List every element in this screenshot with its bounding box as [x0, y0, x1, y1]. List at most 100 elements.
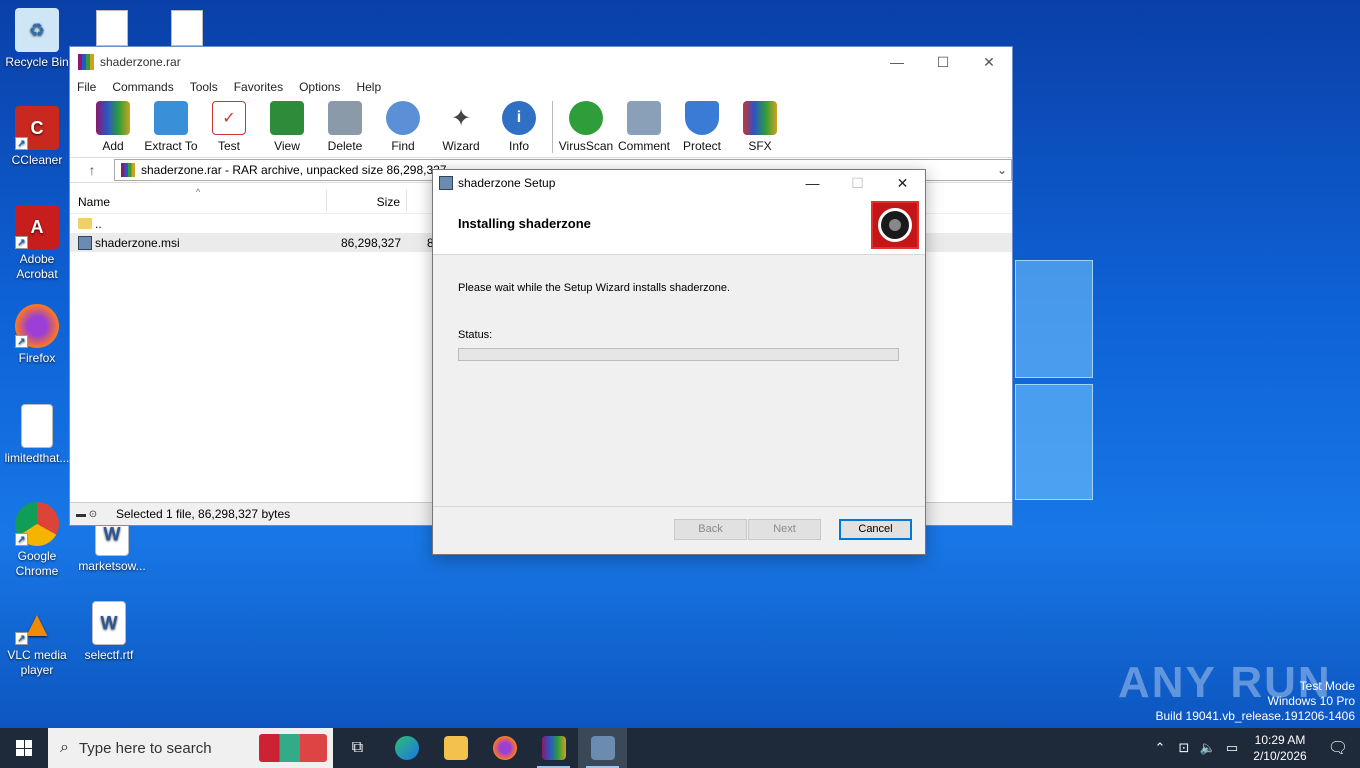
- comment-icon: [627, 101, 661, 135]
- word-doc-icon: W: [92, 601, 126, 645]
- desktop-icon-google-chrome[interactable]: ↗ Google Chrome: [1, 502, 73, 579]
- window-title: shaderzone.rar: [100, 55, 181, 69]
- checklist-icon: ✓: [212, 101, 246, 135]
- shield-icon: [685, 101, 719, 135]
- taskbar-setup[interactable]: [578, 728, 627, 768]
- chrome-icon: ↗: [15, 502, 59, 546]
- task-view-button[interactable]: ⧉: [333, 728, 382, 768]
- volume-icon[interactable]: 🔈: [1196, 740, 1220, 756]
- network-icon[interactable]: ⊡: [1172, 740, 1196, 756]
- setup-dialog: shaderzone Setup — ☐ ✕ Installing shader…: [432, 169, 926, 555]
- view-button[interactable]: View: [258, 101, 316, 153]
- menu-options[interactable]: Options: [299, 80, 340, 94]
- installer-icon: [590, 736, 615, 760]
- dialog-body: Please wait while the Setup Wizard insta…: [433, 255, 925, 507]
- taskbar-firefox[interactable]: [480, 728, 529, 768]
- installer-icon: [439, 176, 453, 190]
- close-button[interactable]: ✕: [966, 54, 1012, 71]
- desktop-icon-limitedthat[interactable]: limitedthat...: [1, 404, 73, 466]
- minimize-button[interactable]: —: [790, 175, 835, 192]
- sort-arrow-icon: ^: [196, 187, 201, 197]
- column-size[interactable]: Size: [327, 190, 407, 213]
- column-name[interactable]: ^ Name: [70, 187, 327, 213]
- virusscan-button[interactable]: VirusScan: [557, 101, 615, 153]
- chevron-up-icon[interactable]: ⌃: [1148, 740, 1172, 756]
- find-button[interactable]: Find: [374, 101, 432, 153]
- menu-file[interactable]: File: [77, 80, 96, 94]
- notification-icon[interactable]: 🗨: [1316, 738, 1360, 758]
- comment-button[interactable]: Comment: [615, 101, 673, 153]
- start-button[interactable]: [0, 728, 48, 768]
- image-file-icon: [21, 404, 53, 448]
- cancel-button[interactable]: Cancel: [839, 519, 912, 540]
- menu-tools[interactable]: Tools: [190, 80, 218, 94]
- search-box[interactable]: ⌕ Type here to search: [48, 728, 333, 768]
- progress-bar: [458, 348, 899, 361]
- system-tray: ⌃ ⊡ 🔈 ▭ 10:29 AM 2/10/2026 🗨: [1148, 728, 1360, 768]
- desktop-icon-ccleaner[interactable]: C ↗ CCleaner: [1, 106, 73, 168]
- desktop-file-icon[interactable]: [96, 10, 128, 46]
- add-button[interactable]: Add: [84, 101, 142, 153]
- clock[interactable]: 10:29 AM 2/10/2026: [1244, 732, 1316, 764]
- desktop-icon-vlc[interactable]: ▲ ↗ VLC media player: [1, 601, 73, 678]
- acrobat-icon: A ↗: [15, 205, 59, 249]
- taskbar-winrar[interactable]: [529, 728, 578, 768]
- wizard-button[interactable]: ✦ Wizard: [432, 101, 490, 154]
- close-button[interactable]: ✕: [880, 175, 925, 192]
- taskbar-explorer[interactable]: [431, 728, 480, 768]
- windows-logo-wallpaper: [1015, 260, 1095, 500]
- up-arrow-icon[interactable]: ↑: [70, 162, 114, 178]
- search-icon: ⌕: [60, 739, 69, 756]
- install-message: Please wait while the Setup Wizard insta…: [458, 282, 731, 294]
- ccleaner-icon: C ↗: [15, 106, 59, 150]
- taskbar-edge[interactable]: [382, 728, 431, 768]
- sfx-button[interactable]: SFX: [731, 101, 789, 153]
- toolbar-separator: [552, 101, 553, 153]
- minimize-button[interactable]: —: [874, 54, 920, 71]
- search-highlight-icon: [259, 734, 327, 762]
- dialog-heading: Installing shaderzone: [458, 216, 591, 231]
- desktop-icon-recycle-bin[interactable]: ♻ Recycle Bin: [1, 8, 73, 70]
- test-button[interactable]: ✓ Test: [200, 101, 258, 153]
- menu-bar: File Commands Tools Favorites Options He…: [70, 77, 1012, 97]
- maximize-button: ☐: [851, 174, 864, 191]
- desktop-icon-selectf[interactable]: W selectf.rtf: [73, 601, 145, 663]
- back-button[interactable]: Back: [674, 519, 747, 540]
- folder-icon: [154, 101, 188, 135]
- maximize-button[interactable]: ☐: [920, 54, 966, 71]
- windows-icon: [16, 740, 32, 756]
- add-icon: [96, 101, 130, 135]
- firefox-icon: [492, 736, 517, 760]
- trash-icon: [328, 101, 362, 135]
- wand-icon: ✦: [450, 104, 472, 132]
- desktop-icon-firefox[interactable]: ↗ Firefox: [1, 304, 73, 366]
- book-icon: [270, 101, 304, 135]
- folder-icon: [443, 736, 468, 760]
- chevron-down-icon[interactable]: ⌄: [997, 163, 1007, 177]
- dialog-header: Installing shaderzone: [433, 196, 925, 255]
- delete-button[interactable]: Delete: [316, 101, 374, 153]
- winrar-icon: [78, 54, 94, 70]
- menu-help[interactable]: Help: [356, 80, 381, 94]
- desktop-icon-adobe-acrobat[interactable]: A ↗ Adobe Acrobat: [1, 205, 73, 282]
- action-icon[interactable]: ▭: [1220, 740, 1244, 756]
- vlc-icon: ▲ ↗: [15, 601, 59, 645]
- dialog-titlebar[interactable]: shaderzone Setup — ☐ ✕: [433, 170, 925, 196]
- protect-button[interactable]: Protect: [673, 101, 731, 153]
- rar-file-icon: [121, 163, 135, 177]
- info-button[interactable]: i Info: [490, 101, 548, 153]
- bug-icon: [569, 101, 603, 135]
- dialog-footer: Back Next Cancel: [433, 506, 925, 554]
- msi-file-icon: [78, 235, 92, 250]
- info-icon: i: [502, 101, 536, 135]
- edge-icon: [394, 736, 419, 760]
- menu-favorites[interactable]: Favorites: [234, 80, 283, 94]
- desktop-file-icon[interactable]: [171, 10, 203, 46]
- winrar-titlebar[interactable]: shaderzone.rar — ☐ ✕: [70, 47, 1012, 77]
- recycle-bin-icon: ♻: [15, 8, 59, 52]
- menu-commands[interactable]: Commands: [112, 80, 173, 94]
- toolbar: Add Extract To ✓ Test View Delete Find ✦ W…: [70, 97, 1012, 157]
- next-button[interactable]: Next: [748, 519, 821, 540]
- drive-key-icon: ▬ ⊙: [76, 508, 98, 520]
- extract-to-button[interactable]: Extract To: [142, 101, 200, 153]
